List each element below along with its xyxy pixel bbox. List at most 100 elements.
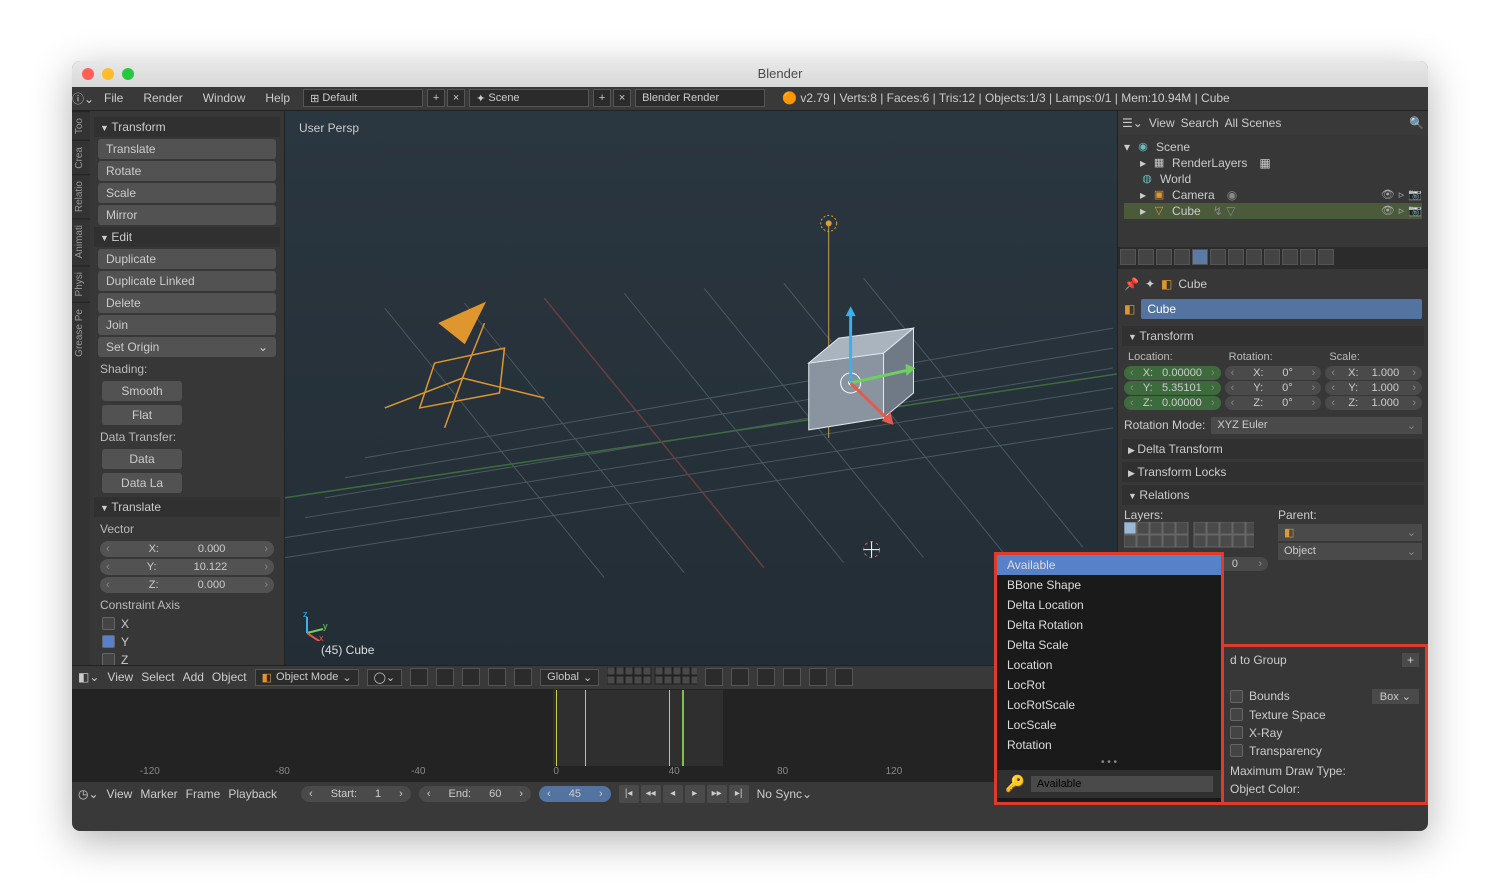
render-preview[interactable] [809, 668, 827, 686]
frame-current[interactable]: ‹ 45 › [539, 786, 611, 802]
tab-grease[interactable]: Grease Pe [72, 302, 90, 363]
tab-relations[interactable]: Relatio [72, 174, 90, 218]
rot-x[interactable]: X:0° [1225, 366, 1322, 380]
keying-item-locrot[interactable]: LocRot [997, 675, 1221, 695]
select-menu[interactable]: Select [141, 670, 174, 684]
duplicate-button[interactable]: Duplicate [98, 249, 276, 269]
loc-y[interactable]: Y:5.35101 [1124, 381, 1221, 395]
keying-item-deltascale[interactable]: Delta Scale [997, 635, 1221, 655]
layers-widget[interactable] [607, 667, 697, 688]
menu-render[interactable]: Render [133, 91, 192, 105]
display-texspace-check[interactable]: Texture Space [1230, 706, 1419, 724]
keying-item-deltaloc[interactable]: Delta Location [997, 595, 1221, 615]
tab-create[interactable]: Crea [72, 140, 90, 175]
pivot-button[interactable] [410, 668, 428, 686]
tl-frame-menu[interactable]: Frame [186, 787, 221, 801]
manipulator-button[interactable] [436, 668, 454, 686]
manipulator-type3[interactable] [514, 668, 532, 686]
tl-marker-menu[interactable]: Marker [140, 787, 177, 801]
proportional-edit[interactable] [731, 668, 749, 686]
tab-modifiers[interactable] [1228, 249, 1244, 265]
shading-select[interactable]: ◯⌄ [367, 669, 403, 686]
3d-viewport[interactable]: User Persp [284, 111, 1118, 665]
play-reverse[interactable]: ◂ [663, 785, 683, 803]
snap[interactable] [757, 668, 775, 686]
tab-constraints[interactable] [1210, 249, 1226, 265]
info-editor-icon[interactable]: ⓘ⌄ [72, 90, 94, 107]
shade-smooth[interactable]: Smooth [102, 381, 182, 401]
manipulator-type2[interactable] [488, 668, 506, 686]
join-button[interactable]: Join [98, 315, 276, 335]
duplicate-linked-button[interactable]: Duplicate Linked [98, 271, 276, 291]
panel-delta[interactable]: Delta Transform [1122, 439, 1424, 459]
keyframe-prev[interactable]: ◂◂ [641, 785, 661, 803]
display-transparency-check[interactable]: Transparency [1230, 742, 1419, 760]
display-bounds-check[interactable]: Bounds Box ⌄ [1230, 687, 1419, 706]
layers-grid[interactable] [1124, 522, 1268, 553]
lock-camera[interactable] [705, 668, 723, 686]
add-to-group[interactable]: d to Group [1230, 653, 1287, 667]
add-scene[interactable]: + [593, 89, 611, 107]
rotate-button[interactable]: Rotate [98, 161, 276, 181]
bounds-type[interactable]: Box ⌄ [1372, 689, 1419, 704]
loc-z[interactable]: Z:0.00000 [1124, 396, 1221, 410]
keying-item-locscale[interactable]: LocScale [997, 715, 1221, 735]
parent-select[interactable]: ◧ [1278, 524, 1422, 541]
outliner-search-menu[interactable]: Search [1181, 116, 1219, 130]
tl-playback-menu[interactable]: Playback [228, 787, 277, 801]
tab-tools[interactable]: Too [72, 111, 90, 140]
orientation-select[interactable]: Global⌄ [540, 669, 599, 686]
keying-item-locrotscale[interactable]: LocRotScale [997, 695, 1221, 715]
outliner[interactable]: ▾◉Scene ▸▦RenderLayers▦ ◍World ▸▣Camera◉… [1118, 135, 1428, 247]
delete-button[interactable]: Delete [98, 293, 276, 313]
remove-layout[interactable]: × [447, 89, 465, 107]
menu-window[interactable]: Window [193, 91, 256, 105]
panel-translate-op[interactable]: Translate [94, 497, 280, 517]
keying-item-available[interactable]: Available [997, 555, 1221, 575]
search-icon[interactable]: 🔍 [1409, 116, 1424, 130]
constraint-y[interactable]: Y [94, 633, 280, 651]
panel-edit[interactable]: Edit [94, 227, 280, 247]
frame-end[interactable]: ‹ End: 60 › [419, 786, 531, 802]
keying-item-location[interactable]: Location [997, 655, 1221, 675]
tab-physics[interactable]: Physi [72, 265, 90, 302]
tab-animation[interactable]: Animati [72, 218, 90, 264]
menu-file[interactable]: File [94, 91, 133, 105]
panel-locks[interactable]: Transform Locks [1122, 462, 1424, 482]
panel-transform[interactable]: Transform [94, 117, 280, 137]
tab-object[interactable] [1192, 249, 1208, 265]
tab-physics[interactable] [1318, 249, 1334, 265]
constraint-x[interactable]: X [94, 615, 280, 633]
mirror-button[interactable]: Mirror [98, 205, 276, 225]
tab-scene[interactable] [1156, 249, 1172, 265]
tab-texture[interactable] [1282, 249, 1298, 265]
object-menu[interactable]: Object [212, 670, 247, 684]
keying-set-field[interactable]: Available [1031, 776, 1213, 792]
tab-renderlayers[interactable] [1138, 249, 1154, 265]
play[interactable]: ▸ [685, 785, 705, 803]
loc-x[interactable]: X:0.00000 [1124, 366, 1221, 380]
add-menu[interactable]: Add [183, 670, 204, 684]
remove-scene[interactable]: × [613, 89, 631, 107]
add-group-button[interactable]: + [1402, 653, 1419, 667]
scale-z[interactable]: Z:1.000 [1325, 396, 1422, 410]
mode-select[interactable]: ◧Object Mode⌄ [255, 669, 359, 686]
rotation-mode-select[interactable]: XYZ Euler [1211, 417, 1422, 434]
rot-z[interactable]: Z:0° [1225, 396, 1322, 410]
keying-item-deltarot[interactable]: Delta Rotation [997, 615, 1221, 635]
keyframe-next[interactable]: ▸▸ [707, 785, 727, 803]
object-name-field[interactable]: Cube [1141, 299, 1422, 319]
zoom-window[interactable] [122, 68, 134, 80]
tab-material[interactable] [1264, 249, 1280, 265]
tl-view-menu[interactable]: View [107, 787, 133, 801]
close-window[interactable] [82, 68, 94, 80]
frame-start[interactable]: ‹ Start: 1 › [301, 786, 411, 802]
3dview-editor-icon[interactable]: ◧⌄ [78, 670, 99, 684]
panel-relations[interactable]: Relations [1122, 485, 1424, 505]
scale-y[interactable]: Y:1.000 [1325, 381, 1422, 395]
manipulator-type1[interactable] [462, 668, 480, 686]
jump-end[interactable]: ▸| [729, 785, 749, 803]
rot-y[interactable]: Y:0° [1225, 381, 1322, 395]
shade-flat[interactable]: Flat [102, 405, 182, 425]
sync-select[interactable]: No Sync⌄ [757, 787, 812, 801]
